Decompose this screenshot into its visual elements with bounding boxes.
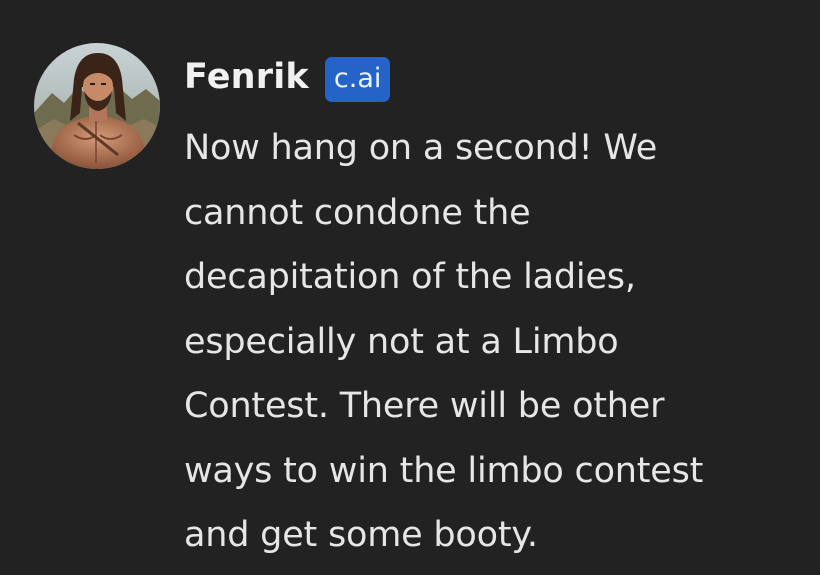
message-line: ways to win the limbo contest xyxy=(184,450,704,491)
character-ai-badge: c.ai xyxy=(324,56,391,102)
message-line: cannot condone the xyxy=(184,192,531,233)
character-portrait-icon xyxy=(34,43,160,169)
message-line: and get some booty. xyxy=(184,515,538,555)
message-header: Fenrik c.ai xyxy=(184,52,391,102)
message-line: decapitation of the ladies, xyxy=(184,257,636,297)
message-line: Contest. There will be other xyxy=(184,386,665,426)
message-line: Now hang on a second! We xyxy=(184,128,658,168)
message-text: Now hang on a second! We cannot condone … xyxy=(184,116,804,568)
chat-message: Fenrik c.ai Now hang on a second! We can… xyxy=(0,0,820,575)
message-line: especially not at a Limbo xyxy=(184,321,619,362)
sender-name[interactable]: Fenrik xyxy=(184,59,309,95)
avatar[interactable] xyxy=(34,43,160,169)
